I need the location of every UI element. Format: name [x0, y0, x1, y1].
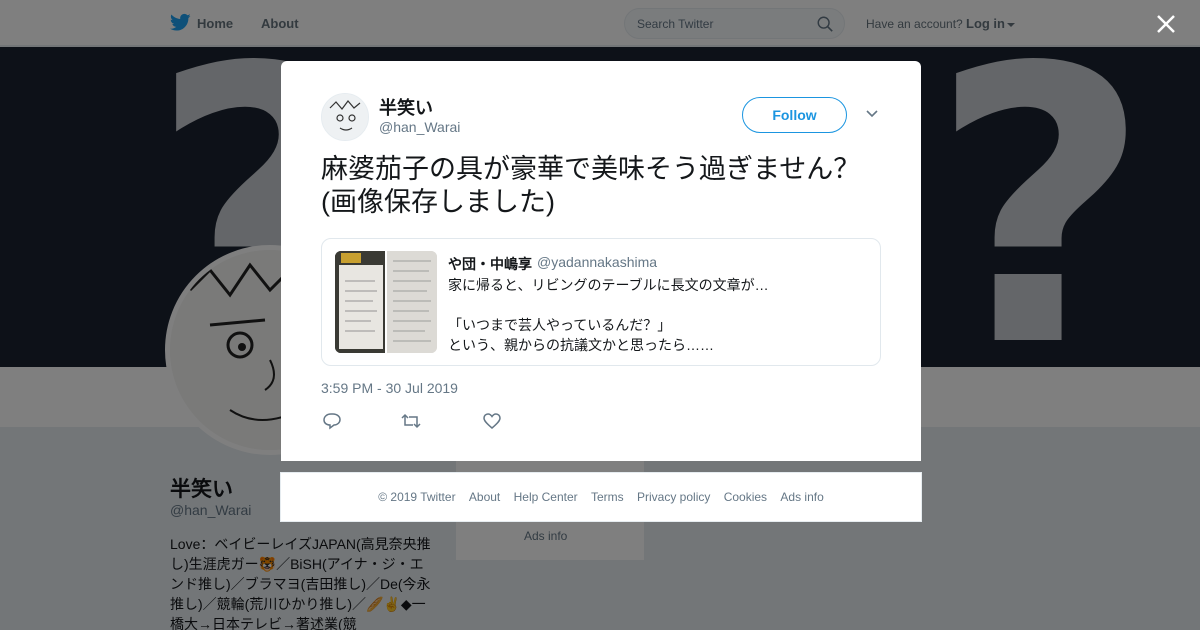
modal-footer: © 2019 Twitter About Help Center Terms P… — [280, 472, 922, 522]
author-handle[interactable]: @han_Warai — [379, 119, 460, 135]
quoted-tweet[interactable]: や団・中嶋享 @yadannakashima 家に帰ると、リビングのテーブルに長… — [321, 238, 881, 366]
tweet-timestamp[interactable]: 3:59 PM - 30 Jul 2019 — [321, 380, 458, 396]
footer-help-link[interactable]: Help Center — [514, 490, 578, 504]
retweet-icon[interactable] — [401, 412, 421, 430]
footer-about-link[interactable]: About — [469, 490, 500, 504]
footer-cookies-link[interactable]: Cookies — [724, 490, 767, 504]
chevron-down-icon[interactable] — [865, 109, 879, 119]
footer-privacy-link[interactable]: Privacy policy — [637, 490, 710, 504]
close-icon[interactable] — [1155, 13, 1177, 35]
footer-copyright: © 2019 Twitter — [378, 490, 456, 504]
tweet-modal: 半笑い @han_Warai Follow 麻婆茄子の具が豪華で美味そう過ぎませ… — [281, 61, 921, 461]
quoted-image-drawing — [335, 251, 385, 353]
author-name[interactable]: 半笑い — [379, 94, 433, 120]
author-avatar-drawing — [322, 94, 368, 140]
quoted-author-handle: @yadannakashima — [537, 254, 658, 270]
footer-links: © 2019 Twitter About Help Center Terms P… — [281, 490, 921, 504]
quoted-image-drawing — [387, 251, 437, 353]
like-icon[interactable] — [482, 412, 502, 430]
footer-terms-link[interactable]: Terms — [591, 490, 624, 504]
footer-ads-link[interactable]: Ads info — [780, 490, 823, 504]
quoted-text-line: という、親からの抗議文かと思ったら…… — [448, 337, 714, 353]
quoted-text-line: 家に帰ると、リビングのテーブルに長文の文章が… — [448, 277, 769, 293]
quoted-image[interactable] — [335, 251, 385, 353]
author-avatar[interactable] — [321, 93, 369, 141]
tweet-text: 麻婆茄子の具が豪華で美味そう過ぎません？(画像保存しました) — [321, 154, 861, 217]
quoted-image[interactable] — [387, 251, 437, 353]
reply-icon[interactable] — [322, 412, 342, 430]
quoted-author-name: や団・中嶋享 — [448, 256, 532, 272]
quoted-text-line: 「いつまで芸人やっているんだ？」 — [448, 317, 672, 333]
follow-button[interactable]: Follow — [742, 97, 847, 133]
